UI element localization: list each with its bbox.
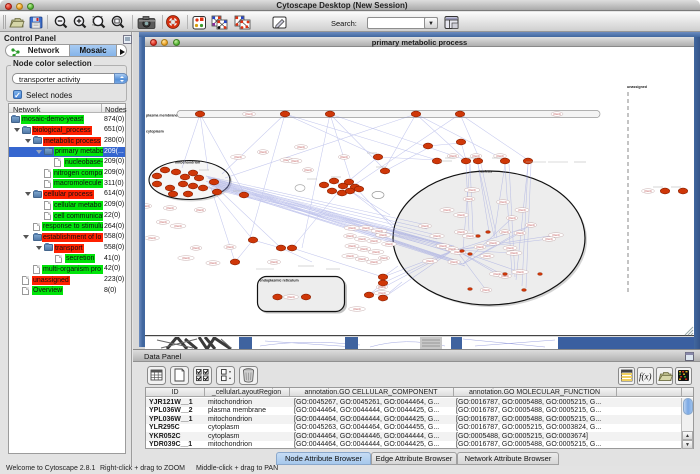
svg-text:(0xx4): (0xx4) [506,246,513,250]
svg-text:(0xx4): (0xx4) [304,168,311,172]
svg-text:(0xx4): (0xx4) [370,260,377,264]
svg-text:(0xx4): (0xx4) [450,260,457,264]
svg-text:(0xx4): (0xx4) [501,230,508,234]
svg-text:(0xx4): (0xx4) [499,200,506,204]
svg-text:unassigned: unassigned [627,85,647,89]
svg-text:(0xx4): (0xx4) [360,247,367,251]
svg-text:(0xx4): (0xx4) [148,236,155,240]
svg-text:(0xx4): (0xx4) [516,231,523,235]
svg-text:(0xx4): (0xx4) [545,237,552,241]
svg-text:(0xx4): (0xx4) [166,206,173,210]
svg-text:(0xx4): (0xx4) [159,220,166,224]
svg-text:(0xx4): (0xx4) [472,154,479,158]
svg-text:(0xx4): (0xx4) [358,237,365,241]
svg-text:(0xx4): (0xx4) [287,295,294,299]
svg-text:(0xx4): (0xx4) [370,239,377,243]
svg-text:(0xx4): (0xx4) [443,208,450,212]
svg-text:(0xx4): (0xx4) [518,208,525,212]
svg-text:(0xx4): (0xx4) [426,259,433,263]
svg-text:(0xx4): (0xx4) [516,270,523,274]
svg-text:(0xx4): (0xx4) [259,150,266,154]
svg-text:plasma membrane: plasma membrane [146,113,178,117]
svg-text:nucleus: nucleus [479,169,493,173]
svg-text:(0xx4): (0xx4) [508,216,515,220]
svg-text:(0xx4): (0xx4) [362,226,369,230]
svg-text:(0xx4): (0xx4) [457,213,464,217]
svg-text:(0xx4): (0xx4) [476,245,483,249]
svg-text:(0xx4): (0xx4) [489,241,496,245]
svg-text:(0xx4): (0xx4) [379,233,386,237]
svg-text:(0xx4): (0xx4) [145,204,150,208]
svg-text:(0xx4): (0xx4) [644,189,651,193]
svg-text:(0xx4): (0xx4) [552,233,559,237]
svg-text:(0xx4): (0xx4) [297,145,304,149]
svg-text:(0xx4): (0xx4) [378,291,385,295]
svg-text:(0xx4): (0xx4) [346,254,353,258]
svg-text:(0xx4): (0xx4) [380,256,387,260]
svg-text:(0xx4): (0xx4) [353,307,360,311]
svg-text:(0xx4): (0xx4) [449,154,456,158]
svg-text:(0xx4): (0xx4) [270,260,277,264]
svg-text:(0xx4): (0xx4) [234,155,241,159]
svg-text:(0xx4): (0xx4) [346,234,353,238]
svg-text:(0xx4): (0xx4) [482,288,489,292]
svg-text:cytoplasm: cytoplasm [146,129,164,133]
svg-text:(0xx4): (0xx4) [340,155,347,159]
svg-text:(0xx4): (0xx4) [385,242,392,246]
svg-text:(0xx4): (0xx4) [348,226,355,230]
svg-text:(0xx4): (0xx4) [483,254,490,258]
svg-text:(0xx4): (0xx4) [245,112,252,116]
svg-text:(0xx4): (0xx4) [358,257,365,261]
svg-text:(0xx4): (0xx4) [433,234,440,238]
svg-text:(0xx4): (0xx4) [465,197,472,201]
svg-text:(0xx4): (0xx4) [192,246,199,250]
svg-text:(0xx4): (0xx4) [466,234,473,238]
svg-text:(0xx4): (0xx4) [291,159,298,163]
svg-text:(0xx4): (0xx4) [182,256,189,260]
svg-text:(0xx4): (0xx4) [510,251,517,255]
svg-text:f(x): f(x) [639,372,652,382]
svg-text:mitochondrion: mitochondrion [175,160,200,164]
svg-text:endoplasmic reticulum: endoplasmic reticulum [260,279,299,283]
svg-text:(0xx4): (0xx4) [468,188,475,192]
svg-text:(0xx4): (0xx4) [421,224,428,228]
svg-text:(0xx4): (0xx4) [375,229,382,233]
svg-text:(0xx4): (0xx4) [496,154,503,158]
svg-text:(0xx4): (0xx4) [457,230,464,234]
svg-text:(0xx4): (0xx4) [527,223,534,227]
svg-text:(0xx4): (0xx4) [348,244,355,248]
svg-text:(0xx4): (0xx4) [553,112,560,116]
svg-text:(0xx4): (0xx4) [226,245,233,249]
svg-text:(0xx4): (0xx4) [196,208,203,212]
svg-text:(0xx4): (0xx4) [209,261,216,265]
svg-text:(0xx4): (0xx4) [439,244,446,248]
svg-text:(0xx4): (0xx4) [372,250,379,254]
svg-text:(0xx4): (0xx4) [174,224,181,228]
